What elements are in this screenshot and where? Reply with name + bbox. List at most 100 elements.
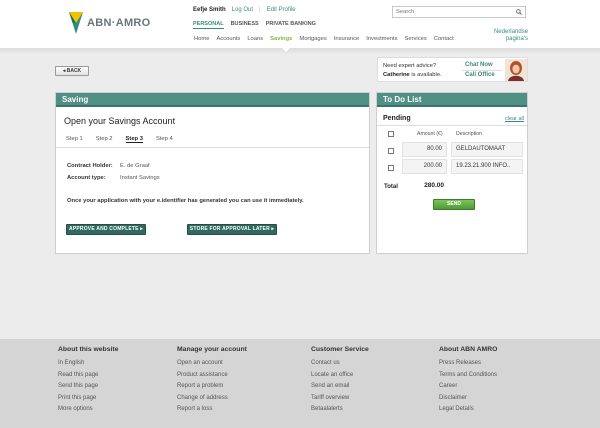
footer-link[interactable]: Product assistance <box>177 370 247 382</box>
language-link-line1: Nederlandse <box>493 29 528 35</box>
expert-availability: is available. <box>409 72 442 78</box>
brand-name: ABN·AMRO <box>87 17 151 29</box>
footer-link[interactable]: Tariff overview <box>311 393 369 405</box>
footer-link[interactable]: Send an email <box>311 381 369 393</box>
tab-step-1[interactable]: Step 1 <box>66 136 83 143</box>
todo-panel-header: To Do List <box>377 93 527 107</box>
footer-heading: About ABN AMRO <box>439 346 498 353</box>
footer-link[interactable]: Change of address <box>177 393 247 405</box>
chat-now-link[interactable]: Chat Now <box>465 62 493 68</box>
footer-about-abn-amro: About ABN AMRO Press Releases Terms and … <box>439 346 497 416</box>
page-title: Open your Savings Account <box>64 116 176 126</box>
info-text: Once your application with your e.identi… <box>67 198 304 204</box>
total-label: Total <box>384 184 398 190</box>
footer-link[interactable]: Locate an office <box>311 370 369 382</box>
logout-link[interactable]: Log Out <box>232 7 253 13</box>
amount-cell: 80.00 <box>402 142 447 157</box>
footer-link[interactable]: Send this page <box>58 381 118 393</box>
abn-amro-logo[interactable]: ABN·AMRO <box>69 12 151 34</box>
footer-about-website: About this website In English Read this … <box>58 346 118 416</box>
tab-step-2[interactable]: Step 2 <box>96 136 113 143</box>
segment-personal[interactable]: PERSONAL <box>193 21 224 29</box>
footer-link[interactable]: Press Releases <box>439 358 497 370</box>
description-cell: 19.23.21.900 INFO.. <box>451 159 523 174</box>
footer-link[interactable]: Read this page <box>58 370 118 382</box>
advisor-photo <box>505 59 527 81</box>
back-button[interactable]: ◂ BACK <box>55 66 89 76</box>
footer-link[interactable]: More options <box>58 404 118 416</box>
pending-heading: Pending <box>383 115 411 122</box>
description-column-header: Description <box>456 131 482 137</box>
footer-link[interactable]: Report a loss <box>177 404 247 416</box>
search-icon[interactable] <box>516 9 522 15</box>
site-footer: About this website In English Read this … <box>0 339 600 428</box>
nav-insurance[interactable]: Insurance <box>334 36 359 42</box>
select-all-checkbox[interactable] <box>388 131 394 137</box>
footer-heading: About this website <box>58 346 119 353</box>
account-type-row: Account type: Instant Savings <box>67 175 160 181</box>
row-checkbox[interactable] <box>388 148 394 154</box>
footer-link[interactable]: Open an account <box>177 358 247 370</box>
nav-services[interactable]: Services <box>404 36 426 42</box>
search-input[interactable] <box>393 7 508 17</box>
store-for-approval-button[interactable]: STORE FOR APPROVAL LATER ▸ <box>187 224 277 235</box>
todo-divider <box>377 125 527 126</box>
amount-column-header: Amount (€) <box>417 131 443 137</box>
send-button[interactable]: SEND <box>433 199 475 210</box>
footer-link[interactable]: Terms and Conditions <box>439 370 497 382</box>
footer-heading: Customer Service <box>311 346 369 353</box>
description-cell: GELDAUTOMAAT <box>451 142 523 157</box>
steps-divider <box>56 147 369 148</box>
tab-step-4[interactable]: Step 4 <box>156 136 173 143</box>
total-value: 280.00 <box>424 182 444 189</box>
search-box <box>392 6 526 18</box>
footer-link[interactable]: Career <box>439 381 497 393</box>
footer-link[interactable]: Legal Details <box>439 404 497 416</box>
approve-and-complete-button[interactable]: APPROVE AND COMPLETE ▸ <box>66 224 146 235</box>
row-checkbox[interactable] <box>388 165 394 171</box>
user-name: Eefje Smith <box>193 7 226 13</box>
contract-holder-label: Contract Holder: <box>67 163 113 169</box>
footer-customer-service: Customer Service Contact us Locate an of… <box>311 346 369 416</box>
nav-loans[interactable]: Loans <box>247 36 263 42</box>
language-link[interactable]: Nederlandse pagina's <box>470 29 528 43</box>
header-shadow <box>0 48 600 54</box>
separator: | <box>259 7 261 13</box>
expert-question: Need expert advice? <box>383 63 437 69</box>
shield-logo-icon <box>69 12 83 34</box>
segment-private-banking[interactable]: PRIVATE BANKING <box>266 21 316 29</box>
footer-link[interactable]: Betaalalerts <box>311 404 369 416</box>
nav-mortgages[interactable]: Mortgages <box>299 36 326 42</box>
contract-holder-value: E. de Graaf <box>120 163 150 169</box>
footer-link[interactable]: Report a problem <box>177 381 247 393</box>
nav-contact[interactable]: Contact <box>434 36 454 42</box>
footer-link[interactable]: In English <box>58 358 118 370</box>
segment-business[interactable]: BUSINESS <box>231 21 259 29</box>
nav-investments[interactable]: Investments <box>366 36 397 42</box>
clear-all-link[interactable]: clear all <box>505 116 524 122</box>
account-type-label: Account type: <box>67 175 106 181</box>
account-type-value: Instant Savings <box>120 175 160 181</box>
step-tabs: Step 1 Step 2 Step 3 Step 4 <box>66 136 173 143</box>
contract-holder-row: Contract Holder: E. de Graaf <box>67 163 150 169</box>
footer-heading: Manage your account <box>177 346 247 353</box>
language-link-line2: pagina's <box>505 36 528 42</box>
user-bar: Eefje Smith Log Out | Edit Profile <box>193 7 296 13</box>
footer-link[interactable]: Contact us <box>311 358 369 370</box>
nav-accounts[interactable]: Accounts <box>216 36 240 42</box>
expert-divider <box>462 70 502 71</box>
amount-cell: 200.00 <box>402 159 447 174</box>
expert-name: Catherine <box>383 72 410 78</box>
call-office-link[interactable]: Call Office <box>465 72 495 78</box>
tab-step-3[interactable]: Step 3 <box>125 136 143 143</box>
nav-home[interactable]: Home <box>194 36 209 42</box>
site-header: ABN·AMRO Eefje Smith Log Out | Edit Prof… <box>0 0 600 48</box>
nav-active-caret <box>281 47 291 52</box>
footer-link[interactable]: Disclaimer <box>439 393 497 405</box>
footer-link[interactable]: Print this page <box>58 393 118 405</box>
nav-savings[interactable]: Savings <box>270 36 292 42</box>
saving-panel: Saving Open your Savings Account Step 1 … <box>55 92 370 254</box>
expert-advice-box: Need expert advice? Catherine is availab… <box>377 57 528 82</box>
todo-panel: To Do List Pending clear all Amount (€) … <box>376 92 528 254</box>
edit-profile-link[interactable]: Edit Profile <box>267 7 296 13</box>
